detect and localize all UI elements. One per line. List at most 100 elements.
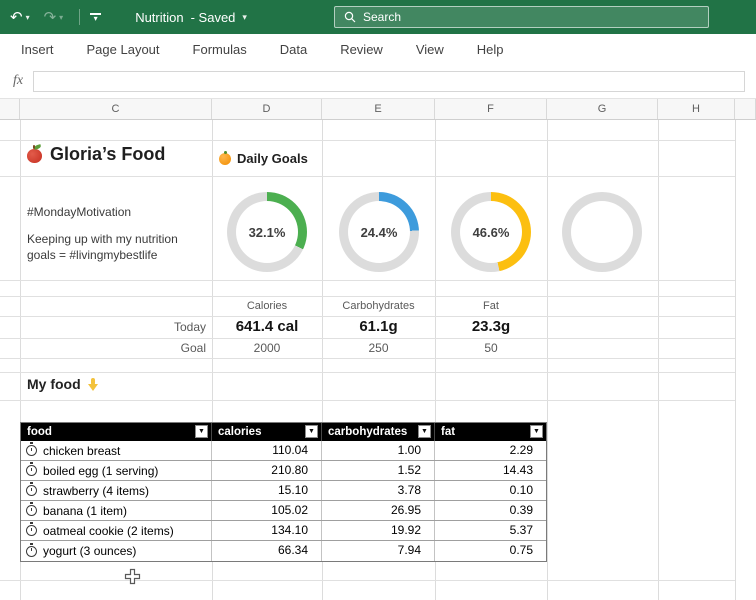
row-header-corner[interactable] [0, 99, 20, 119]
apple-icon [27, 149, 42, 163]
search-icon [344, 11, 356, 23]
fat-cell[interactable]: 14.43 [435, 461, 546, 480]
redo-icon: ↷ [44, 10, 57, 25]
calories-label[interactable]: Calories [212, 296, 322, 316]
carbohydrates-cell[interactable]: 3.78 [322, 481, 435, 500]
gridline [658, 120, 659, 600]
fx-icon[interactable]: fx [13, 73, 23, 89]
today-calories-value[interactable]: 641.4 cal [212, 316, 322, 338]
column-header-E[interactable]: E [322, 99, 435, 119]
filter-dropdown-icon[interactable]: ▼ [418, 425, 431, 438]
tab-formulas[interactable]: Formulas [193, 42, 247, 57]
carbohydrates-cell[interactable]: 19.92 [322, 521, 435, 540]
tab-insert[interactable]: Insert [21, 42, 54, 57]
table-row[interactable]: oatmeal cookie (2 items) 134.10 19.92 5.… [21, 521, 546, 541]
gridline [0, 372, 735, 373]
timer-icon [26, 485, 37, 496]
carbohydrates-donut-chart[interactable]: 24.4% [339, 192, 419, 272]
redo-button[interactable]: ↷ ▾ [44, 10, 64, 25]
column-header-F[interactable]: F [435, 99, 547, 119]
goal-fat-value[interactable]: 50 [435, 338, 547, 358]
undo-button[interactable]: ↶ ▾ [10, 10, 30, 25]
fat-donut-chart[interactable]: 46.6% [451, 192, 531, 272]
fat-cell[interactable]: 5.37 [435, 521, 546, 540]
tab-review[interactable]: Review [340, 42, 383, 57]
food-name-cell[interactable]: oatmeal cookie (2 items) [21, 521, 212, 540]
worksheet-grid[interactable]: Gloria’s Food Daily Goals #MondayMotivat… [0, 120, 756, 600]
food-name-cell[interactable]: strawberry (4 items) [21, 481, 212, 500]
empty-donut-chart[interactable] [562, 192, 642, 272]
today-row-label[interactable]: Today [20, 316, 206, 338]
my-food-label: My food [27, 376, 81, 392]
calories-cell[interactable]: 105.02 [212, 501, 322, 520]
motivation-cell[interactable]: #MondayMotivation Keeping up with my nut… [27, 204, 203, 264]
goal-row-label[interactable]: Goal [20, 338, 206, 358]
carbohydrates-cell[interactable]: 1.52 [322, 461, 435, 480]
table-row[interactable]: banana (1 item) 105.02 26.95 0.39 [21, 501, 546, 521]
carbohydrates-cell[interactable]: 26.95 [322, 501, 435, 520]
filter-dropdown-icon[interactable]: ▼ [195, 425, 208, 438]
motivation-line1: #MondayMotivation [27, 204, 203, 220]
header-carbohydrates[interactable]: carbohydrates ▼ [322, 423, 435, 441]
today-fat-value[interactable]: 23.3g [435, 316, 547, 338]
column-header-C[interactable]: C [20, 99, 212, 119]
carbohydrates-cell[interactable]: 7.94 [322, 541, 435, 561]
pointing-down-icon [88, 378, 98, 392]
table-row[interactable]: boiled egg (1 serving) 210.80 1.52 14.43 [21, 461, 546, 481]
food-name-cell[interactable]: banana (1 item) [21, 501, 212, 520]
column-header-G[interactable]: G [547, 99, 658, 119]
fat-cell[interactable]: 0.75 [435, 541, 546, 561]
table-row[interactable]: yogurt (3 ounces) 66.34 7.94 0.75 [21, 541, 546, 561]
header-calories[interactable]: calories ▼ [212, 423, 322, 441]
fat-label[interactable]: Fat [435, 296, 547, 316]
gridline [0, 400, 735, 401]
goal-carbohydrates-value[interactable]: 250 [322, 338, 435, 358]
cell-cursor-icon [124, 568, 141, 585]
redo-dropdown-icon[interactable]: ▾ [59, 13, 63, 22]
fat-cell[interactable]: 0.39 [435, 501, 546, 520]
food-table: food ▼ calories ▼ carbohydrates ▼ fat ▼ … [20, 422, 547, 562]
calories-cell[interactable]: 134.10 [212, 521, 322, 540]
table-row[interactable]: strawberry (4 items) 15.10 3.78 0.10 [21, 481, 546, 501]
column-header-partial[interactable] [735, 99, 756, 119]
tab-view[interactable]: View [416, 42, 444, 57]
tab-page-layout[interactable]: Page Layout [87, 42, 160, 57]
tab-data[interactable]: Data [280, 42, 307, 57]
carbohydrates-cell[interactable]: 1.00 [322, 441, 435, 460]
timer-icon [26, 465, 37, 476]
calories-cell[interactable]: 15.10 [212, 481, 322, 500]
carbohydrates-label[interactable]: Carbohydrates [322, 296, 435, 316]
search-input[interactable]: Search [334, 6, 709, 28]
formula-input[interactable] [33, 71, 745, 92]
today-carbohydrates-value[interactable]: 61.1g [322, 316, 435, 338]
fat-cell[interactable]: 2.29 [435, 441, 546, 460]
calories-cell[interactable]: 110.04 [212, 441, 322, 460]
header-fat[interactable]: fat ▼ [435, 423, 546, 441]
quick-access-dropdown-button[interactable]: ▾ [90, 13, 101, 22]
filter-dropdown-icon[interactable]: ▼ [530, 425, 543, 438]
food-name-cell[interactable]: chicken breast [21, 441, 212, 460]
goal-calories-value[interactable]: 2000 [212, 338, 322, 358]
table-row[interactable]: chicken breast 110.04 1.00 2.29 [21, 441, 546, 461]
header-food[interactable]: food ▼ [21, 423, 212, 441]
food-name-cell[interactable]: yogurt (3 ounces) [21, 541, 212, 561]
saved-status: - Saved [191, 10, 236, 25]
timer-icon [26, 546, 37, 557]
document-title-dropdown[interactable]: Nutrition - Saved ▾ [135, 10, 247, 25]
calories-donut-chart[interactable]: 32.1% [227, 192, 307, 272]
column-header-H[interactable]: H [658, 99, 735, 119]
undo-dropdown-icon[interactable]: ▾ [26, 13, 30, 22]
daily-goals-cell[interactable]: Daily Goals [219, 151, 308, 166]
my-food-cell[interactable]: My food [27, 376, 98, 392]
column-header-D[interactable]: D [212, 99, 322, 119]
sheet-title-cell[interactable]: Gloria’s Food [27, 144, 165, 165]
fat-cell[interactable]: 0.10 [435, 481, 546, 500]
filter-dropdown-icon[interactable]: ▼ [305, 425, 318, 438]
titlebar: ↶ ▾ ↷ ▾ ▾ Nutrition - Saved ▾ Search [0, 0, 756, 34]
food-name-cell[interactable]: boiled egg (1 serving) [21, 461, 212, 480]
gridline [0, 176, 735, 177]
tab-help[interactable]: Help [477, 42, 504, 57]
calories-cell[interactable]: 66.34 [212, 541, 322, 561]
calories-cell[interactable]: 210.80 [212, 461, 322, 480]
motivation-line2: Keeping up with my nutrition goals = #li… [27, 231, 203, 263]
